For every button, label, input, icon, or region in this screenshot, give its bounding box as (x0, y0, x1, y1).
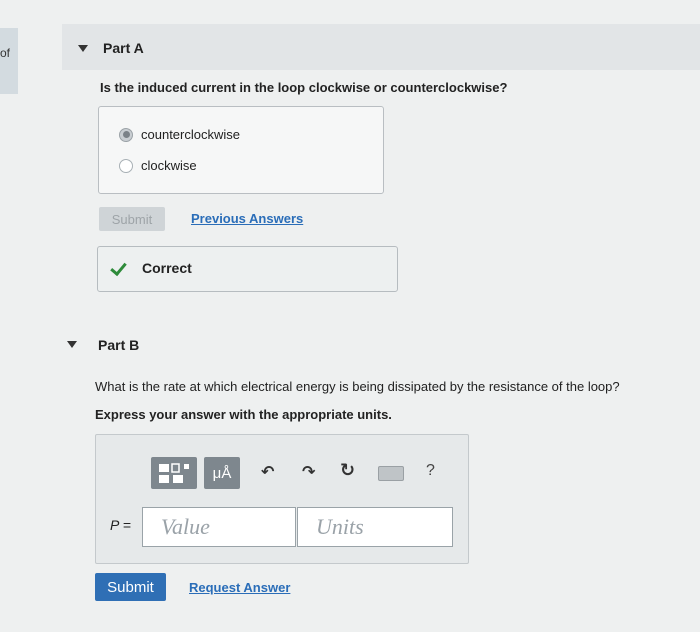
checkmark-icon (110, 258, 127, 277)
redo-icon[interactable]: ↷ (302, 462, 315, 482)
left-fragment-text: of (0, 46, 11, 60)
left-panel-strip (0, 28, 18, 94)
request-answer-link[interactable]: Request Answer (189, 580, 290, 595)
templates-button[interactable] (151, 457, 197, 489)
part-a-question: Is the induced current in the loop clock… (100, 80, 508, 95)
undo-icon[interactable]: ↶ (261, 462, 274, 482)
variable-label: P = (110, 517, 131, 533)
collapse-triangle-icon[interactable] (78, 45, 88, 52)
option-label: counterclockwise (141, 127, 240, 142)
templates-icon (159, 463, 189, 483)
part-b-question: What is the rate at which electrical ene… (95, 379, 620, 394)
previous-answers-link[interactable]: Previous Answers (191, 211, 303, 226)
feedback-text: Correct (142, 260, 192, 276)
option-label: clockwise (141, 158, 197, 173)
radio-unselected-icon[interactable] (119, 158, 133, 173)
feedback-box: Correct (97, 246, 398, 292)
part-a-submit-button[interactable]: Submit (99, 207, 165, 231)
part-a-header[interactable] (62, 24, 700, 70)
units-button[interactable]: μÅ (204, 457, 240, 489)
part-b-title: Part B (98, 337, 140, 353)
option-clockwise[interactable]: clockwise (119, 158, 197, 173)
answer-choices: counterclockwise clockwise (98, 106, 384, 194)
radio-selected-icon[interactable] (119, 127, 133, 142)
part-a-title: Part A (103, 40, 144, 56)
part-b-instruction: Express your answer with the appropriate… (95, 407, 392, 422)
keyboard-icon[interactable] (378, 466, 404, 481)
collapse-triangle-icon[interactable] (67, 341, 77, 348)
part-b-submit-button[interactable]: Submit (95, 573, 166, 601)
reset-icon[interactable]: ↻ (340, 460, 355, 481)
answer-panel: μÅ ↶ ↷ ↻ ? P = Value Units (95, 434, 469, 564)
value-input[interactable]: Value (142, 507, 296, 547)
option-counterclockwise[interactable]: counterclockwise (119, 127, 240, 142)
help-icon[interactable]: ? (426, 462, 435, 480)
units-input[interactable]: Units (297, 507, 453, 547)
